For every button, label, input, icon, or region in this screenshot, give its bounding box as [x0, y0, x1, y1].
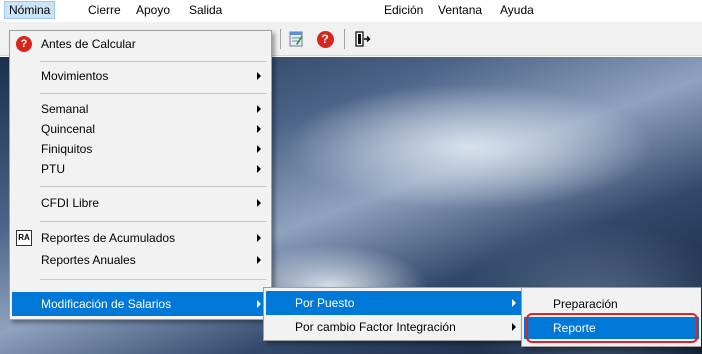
menu-item-por-cambio-factor-integracion[interactable]: Por cambio Factor Integración	[266, 315, 524, 339]
help-icon[interactable]: ?	[316, 30, 334, 48]
menu-edicion[interactable]: Edición	[380, 1, 427, 19]
menu-item-label: Antes de Calcular	[41, 37, 136, 51]
submenu-arrow-icon	[512, 299, 516, 307]
menu-salida[interactable]: Salida	[185, 1, 226, 19]
menu-cierre[interactable]: Cierre	[84, 1, 125, 19]
menu-ventana[interactable]: Ventana	[434, 1, 486, 19]
menu-item-movimientos[interactable]: Movimientos	[12, 65, 269, 87]
submenu-arrow-icon	[257, 165, 261, 173]
menu-item-antes-de-calcular[interactable]: ? Antes de Calcular	[12, 33, 269, 55]
nomina-dropdown: ? Antes de Calcular Movimientos Semanal …	[9, 30, 272, 320]
menu-nomina[interactable]: Nómina	[4, 1, 56, 19]
menu-item-label: Reportes de Acumulados	[41, 231, 176, 245]
menu-item-finiquitos[interactable]: Finiquitos	[12, 139, 269, 159]
menu-item-label: Por cambio Factor Integración	[295, 320, 456, 334]
submenu-arrow-icon	[257, 125, 261, 133]
menu-separator	[40, 186, 267, 187]
help-icon: ?	[16, 36, 32, 52]
menu-item-label: Movimientos	[41, 69, 109, 83]
menu-item-reportes-de-acumulados[interactable]: RA Reportes de Acumulados	[12, 227, 269, 249]
menu-ayuda[interactable]: Ayuda	[496, 1, 538, 19]
menu-separator	[40, 279, 267, 280]
toolbar-separator	[344, 29, 345, 49]
menu-item-label: Reportes Anuales	[41, 253, 136, 267]
ra-icon: RA	[16, 230, 32, 246]
annotation-highlight-ring	[526, 313, 698, 343]
notepad-icon[interactable]	[287, 30, 305, 48]
menu-item-label: CFDI Libre	[41, 196, 100, 210]
submenu-arrow-icon	[257, 72, 261, 80]
menu-item-semanal[interactable]: Semanal	[12, 99, 269, 119]
submenu-arrow-icon	[257, 105, 261, 113]
menu-item-label: Por Puesto	[295, 296, 355, 310]
menu-item-modificacion-de-salarios[interactable]: Modificación de Salarios	[12, 292, 269, 316]
help-glyph: ?	[316, 30, 334, 48]
submenu-arrow-icon	[257, 199, 261, 207]
menu-item-por-puesto[interactable]: Por Puesto	[266, 291, 524, 315]
menu-item-quincenal[interactable]: Quincenal	[12, 119, 269, 139]
menu-separator	[40, 221, 267, 222]
menu-item-label: Semanal	[41, 102, 89, 116]
submenu-arrow-icon	[512, 323, 516, 331]
menu-separator	[40, 61, 267, 62]
menu-item-label: PTU	[41, 162, 65, 176]
exit-door-icon[interactable]	[353, 30, 371, 48]
menu-item-label: Modificación de Salarios	[41, 297, 172, 311]
menu-item-label: Finiquitos	[41, 142, 93, 156]
menu-apoyo[interactable]: Apoyo	[132, 1, 174, 19]
salarios-submenu: Por Puesto Por cambio Factor Integración	[263, 287, 527, 341]
submenu-arrow-icon	[257, 300, 261, 308]
submenu-arrow-icon	[257, 256, 261, 264]
menu-item-reportes-anuales[interactable]: Reportes Anuales	[12, 249, 269, 271]
menu-item-ptu[interactable]: PTU	[12, 159, 269, 179]
menu-item-cfdi-libre[interactable]: CFDI Libre	[12, 192, 269, 214]
menu-separator	[40, 93, 267, 94]
menu-item-label: Quincenal	[41, 122, 96, 136]
menu-bar: Nómina Cierre Apoyo Salida Edición Venta…	[0, 0, 702, 20]
menu-item-label: Preparación	[553, 297, 618, 311]
submenu-arrow-icon	[257, 145, 261, 153]
submenu-arrow-icon	[257, 234, 261, 242]
menu-item-preparacion[interactable]: Preparación	[524, 293, 699, 315]
toolbar-separator	[280, 29, 281, 49]
